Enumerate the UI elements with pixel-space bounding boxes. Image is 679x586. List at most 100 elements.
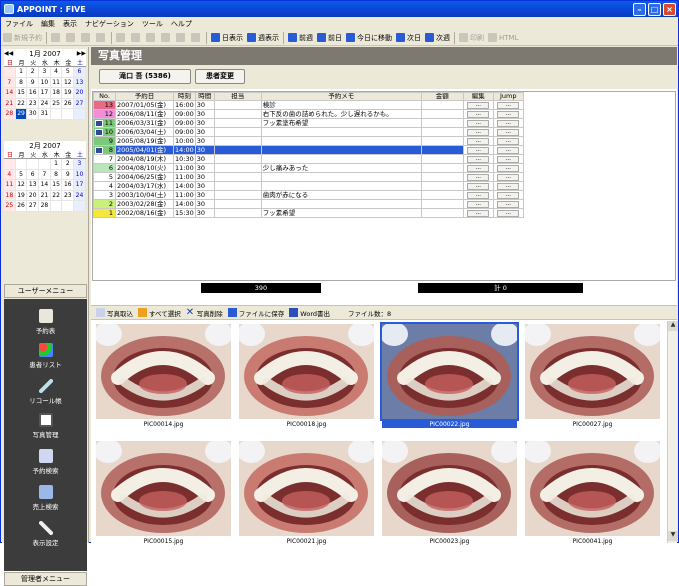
edit-row-button[interactable]: ... xyxy=(467,147,490,154)
calendar-day[interactable]: 16 xyxy=(27,88,40,99)
table-row[interactable]: 13 2007/01/05(金) 16:00 30 検診...... xyxy=(93,100,524,110)
column-header[interactable]: 予約メモ xyxy=(260,92,422,101)
photo-thumbnail[interactable] xyxy=(239,324,374,419)
day-view-button[interactable]: 日表示 xyxy=(209,31,245,45)
week-view-button[interactable]: 週表示 xyxy=(245,31,281,45)
calendar-day[interactable]: 21 xyxy=(39,190,51,201)
jump-row-button[interactable]: ... xyxy=(497,183,520,190)
calendar-day[interactable]: 24 xyxy=(39,98,51,109)
calendar-day[interactable]: 27 xyxy=(74,98,86,109)
table-row[interactable]: 12 2006/08/11(金) 09:00 30 右下反の歯の詰められた。少し遅れるか… xyxy=(93,109,524,119)
jump-row-button[interactable]: ... xyxy=(497,174,520,181)
calendar-day[interactable]: 1 xyxy=(15,67,28,78)
calendar-day[interactable]: 5 xyxy=(15,169,28,180)
next-month-icon[interactable]: ▶▶ xyxy=(77,50,86,57)
jump-row-button[interactable]: ... xyxy=(497,210,520,217)
calendar-day[interactable]: 7 xyxy=(4,77,16,88)
move-button[interactable] xyxy=(144,31,159,45)
patient-name-button[interactable]: 滝口 吾 (5386) xyxy=(99,69,191,84)
calendar-day[interactable]: 11 xyxy=(50,77,63,88)
calendar-day[interactable]: 12 xyxy=(62,77,75,88)
import-photo-button[interactable]: 写真取込 xyxy=(96,308,133,318)
calendar-day[interactable]: 9 xyxy=(62,169,75,180)
menu-item-appointment-search[interactable]: 予約検索 xyxy=(4,449,87,475)
menu-item-display-settings[interactable]: 表示設定 xyxy=(4,521,87,547)
table-row[interactable]: 10 2006/03/04(土) 09:00 30...... xyxy=(93,127,524,137)
calendar-day[interactable]: 28 xyxy=(39,201,51,212)
calendar-day[interactable]: 17 xyxy=(74,180,86,191)
delete-button[interactable] xyxy=(94,31,109,45)
calendar-day[interactable]: 9 xyxy=(27,77,40,88)
calendar-day[interactable]: 10 xyxy=(74,169,86,180)
jump-row-button[interactable]: ... xyxy=(497,138,520,145)
calendar-day[interactable]: 19 xyxy=(15,190,28,201)
calendar-day[interactable]: 25 xyxy=(50,98,63,109)
table-row[interactable]: 5 2004/06/25(金) 11:00 30...... xyxy=(93,172,524,182)
table-row[interactable]: 7 2004/08/19(木) 10:30 30...... xyxy=(93,154,524,164)
column-header[interactable]: Jump xyxy=(492,92,524,101)
save-to-file-button[interactable]: ファイルに保存 xyxy=(227,308,284,318)
next-day-button[interactable]: 次日 xyxy=(394,31,423,45)
calendar-day[interactable]: 27 xyxy=(27,201,40,212)
table-row[interactable]: 11 2006/03/31(金) 09:00 30 フッ素塗布希望...... xyxy=(93,118,524,128)
minimize-button[interactable]: – xyxy=(633,2,646,16)
calendar-day[interactable]: 24 xyxy=(74,190,86,201)
calendar-day[interactable]: 20 xyxy=(74,88,86,99)
column-header[interactable]: 編集 xyxy=(462,92,494,101)
delete-photo-button[interactable]: ✕ 写真削除 xyxy=(186,308,223,318)
calendar-day[interactable]: 5 xyxy=(62,67,75,78)
calendar-day[interactable]: 20 xyxy=(27,190,40,201)
calendar-day[interactable]: 8 xyxy=(50,169,63,180)
photo-thumbnail[interactable] xyxy=(525,441,660,536)
photo-thumbnail[interactable] xyxy=(96,324,231,419)
calendar-day[interactable]: 3 xyxy=(74,159,86,170)
jump-row-button[interactable]: ... xyxy=(497,156,520,163)
calendar-day[interactable]: 2 xyxy=(27,67,40,78)
user-menu-header[interactable]: ユーザーメニュー xyxy=(4,284,87,298)
photo-thumbnail[interactable] xyxy=(382,441,517,536)
jump-row-button[interactable]: ... xyxy=(497,201,520,208)
menu-view[interactable]: 表示 xyxy=(59,19,81,29)
calendar-day[interactable]: 6 xyxy=(74,67,86,78)
calendar-day[interactable]: 16 xyxy=(62,180,75,191)
calendar-day[interactable]: 14 xyxy=(39,180,51,191)
column-header[interactable]: 担当 xyxy=(213,92,262,101)
jump-row-button[interactable]: ... xyxy=(497,129,520,136)
title-bar[interactable]: APPOINT : FIVE – □ × xyxy=(1,1,678,17)
next-week-button[interactable]: 次週 xyxy=(423,31,452,45)
calendar-day[interactable]: 18 xyxy=(4,190,16,201)
table-row[interactable]: 1 2002/08/16(金) 15:30 30 フッ素希望...... xyxy=(93,208,524,218)
close-button[interactable]: × xyxy=(663,2,676,16)
calendar-day[interactable]: 23 xyxy=(27,98,40,109)
paste-button[interactable] xyxy=(79,31,94,45)
calendar-day[interactable]: 23 xyxy=(62,190,75,201)
photo-thumbnail[interactable] xyxy=(380,322,519,421)
scroll-up-icon[interactable]: ▲ xyxy=(668,321,678,331)
table-row[interactable]: 4 2004/03/17(水) 14:00 30...... xyxy=(93,181,524,191)
menu-navigation[interactable]: ナビゲーション xyxy=(81,19,138,29)
scroll-down-icon[interactable]: ▼ xyxy=(668,531,678,541)
calendar-day[interactable]: 12 xyxy=(15,180,28,191)
column-header[interactable]: No. xyxy=(93,92,116,101)
calendar-day[interactable]: 30 xyxy=(27,109,40,120)
calendar-day[interactable]: 4 xyxy=(50,67,63,78)
prev-month-icon[interactable]: ◀◀ xyxy=(4,50,13,57)
menu-item-patient-list[interactable]: 患者リスト xyxy=(4,343,87,369)
edit-row-button[interactable]: ... xyxy=(467,120,490,127)
table-row[interactable]: 3 2003/10/04(土) 11:00 30 歯肉が赤になる...... xyxy=(93,190,524,200)
photo-thumbnail[interactable] xyxy=(96,441,231,536)
print-button[interactable]: 印刷 xyxy=(457,31,486,45)
column-header[interactable]: 時間 xyxy=(194,92,215,101)
jump-row-button[interactable]: ... xyxy=(497,147,520,154)
trash-button[interactable] xyxy=(174,31,189,45)
table-row[interactable]: 6 2004/08/10(火) 11:00 30 少し痛みあった...... xyxy=(93,163,524,173)
copy-button[interactable] xyxy=(64,31,79,45)
edit-row-button[interactable]: ... xyxy=(467,129,490,136)
edit-row-button[interactable]: ... xyxy=(467,165,490,172)
calendar-day[interactable]: 13 xyxy=(74,77,86,88)
menu-help[interactable]: ヘルプ xyxy=(167,19,196,29)
menu-item-photo-management[interactable]: 写真管理 xyxy=(4,413,87,439)
html-button[interactable]: HTML xyxy=(486,31,520,45)
edit-row-button[interactable]: ... xyxy=(467,111,490,118)
menu-edit[interactable]: 編集 xyxy=(37,19,59,29)
